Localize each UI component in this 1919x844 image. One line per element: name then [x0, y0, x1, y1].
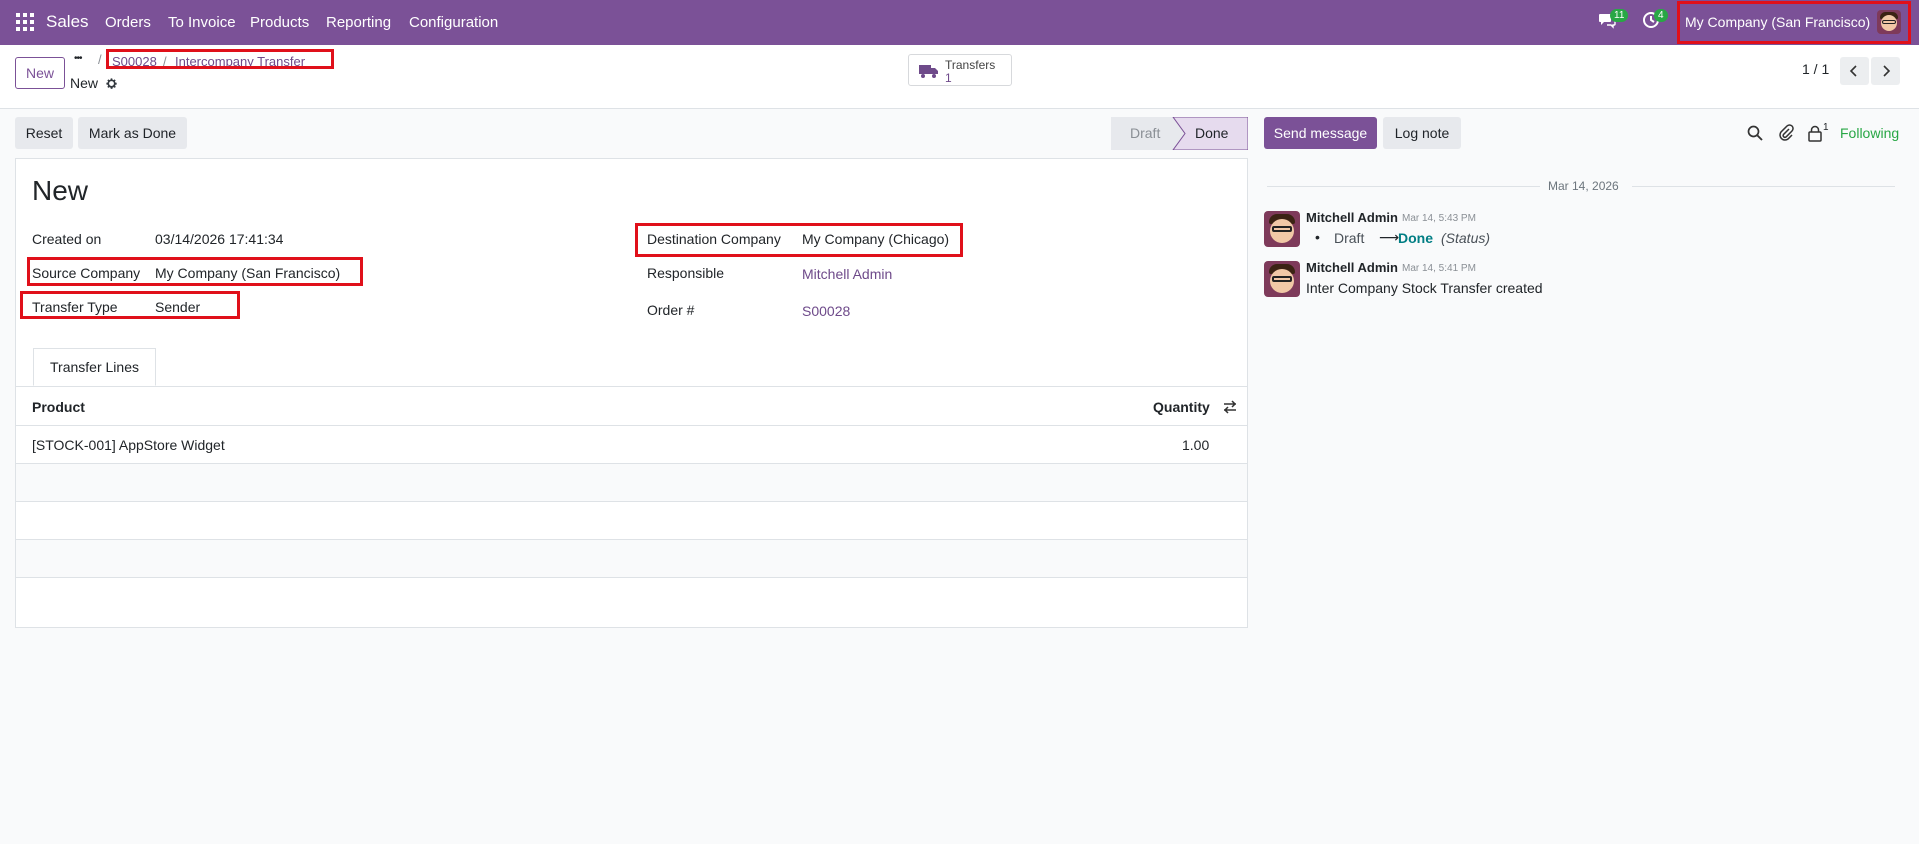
messages-count-badge: 11 [1610, 9, 1629, 22]
form-sheet: New Created on 03/14/2026 17:41:34 Sourc… [15, 158, 1248, 628]
tab-divider [16, 386, 1247, 387]
empty-row [16, 540, 1247, 578]
company-switcher-highlight [1677, 1, 1911, 44]
destination-company-highlight [635, 223, 963, 257]
responsible-label: Responsible [647, 265, 725, 281]
menu-to-invoice[interactable]: To Invoice [168, 14, 236, 31]
pager-next-button[interactable] [1871, 57, 1900, 85]
reset-button[interactable]: Reset [15, 117, 73, 149]
order-label: Order # [647, 302, 695, 318]
chevron-right-icon [1883, 65, 1891, 77]
pager-value[interactable]: 1 / 1 [1802, 61, 1829, 77]
menu-products[interactable]: Products [250, 14, 309, 31]
top-navbar: Sales Orders To Invoice Products Reporti… [0, 0, 1919, 45]
chevron-left-icon [1849, 65, 1857, 77]
activities-count-badge: 4 [1654, 9, 1668, 22]
line-quantity[interactable]: 1.00 [1182, 437, 1209, 453]
tracking-new-value: Done [1398, 230, 1433, 246]
message-time: Mar 14, 5:41 PM [1402, 263, 1476, 274]
lock-icon[interactable] [1808, 125, 1822, 142]
header-divider [16, 425, 1247, 426]
column-product[interactable]: Product [32, 399, 85, 415]
tracking-old-value: Draft [1334, 230, 1365, 246]
source-company-highlight [27, 257, 363, 286]
message-time: Mar 14, 5:43 PM [1402, 213, 1476, 224]
tracking-field: (Status) [1441, 230, 1491, 246]
messages-button[interactable]: 11 [1598, 9, 1629, 33]
app-menu-icon[interactable] [16, 13, 34, 31]
pager-previous-button[interactable] [1840, 57, 1869, 85]
transfers-stat-label: Transfers [945, 58, 996, 72]
created-on-label: Created on [32, 231, 102, 247]
control-panel: New ••• / S00028 / Intercompany Transfer… [0, 45, 1919, 109]
message-body: Inter Company Stock Transfer created [1306, 280, 1543, 296]
bullet: • [1315, 229, 1320, 245]
empty-row [16, 502, 1247, 540]
breadcrumb-separator: / [98, 52, 102, 67]
optional-columns-icon[interactable] [1222, 399, 1238, 415]
message-author-avatar[interactable] [1264, 261, 1300, 297]
date-separator: Mar 14, 2026 [1548, 179, 1619, 193]
menu-orders[interactable]: Orders [105, 14, 151, 31]
app-name[interactable]: Sales [46, 12, 89, 32]
message-author-avatar[interactable] [1264, 211, 1300, 247]
transfer-type-highlight [20, 291, 240, 319]
order-link[interactable]: S00028 [802, 303, 850, 319]
empty-row [16, 464, 1247, 502]
tracking-arrow: ⟶ [1379, 229, 1400, 245]
menu-reporting[interactable]: Reporting [326, 14, 391, 31]
transfers-stat-button[interactable]: Transfers 1 [908, 54, 1012, 86]
column-quantity[interactable]: Quantity [1153, 399, 1210, 415]
log-note-button[interactable]: Log note [1383, 117, 1461, 149]
truck-icon [919, 65, 938, 78]
breadcrumb-more[interactable]: ••• [74, 53, 82, 64]
new-button[interactable]: New [15, 57, 65, 89]
gear-icon[interactable] [105, 77, 118, 90]
date-divider [1267, 186, 1540, 187]
menu-configuration[interactable]: Configuration [409, 14, 498, 31]
record-name: New [70, 75, 99, 91]
line-product[interactable]: [STOCK-001] AppStore Widget [32, 437, 225, 453]
search-icon[interactable] [1747, 125, 1763, 141]
message-author[interactable]: Mitchell Admin [1306, 260, 1398, 275]
record-title: New [32, 175, 89, 206]
message-author[interactable]: Mitchell Admin [1306, 210, 1398, 225]
date-divider [1632, 186, 1895, 187]
followers-count: 1 [1823, 122, 1829, 133]
activities-button[interactable]: 4 [1642, 9, 1668, 33]
following-button[interactable]: Following [1840, 125, 1899, 141]
status-draft[interactable]: Draft [1130, 125, 1160, 141]
tab-transfer-lines[interactable]: Transfer Lines [33, 348, 156, 386]
mark-as-done-button[interactable]: Mark as Done [78, 117, 187, 149]
status-done[interactable]: Done [1195, 125, 1228, 141]
responsible-link[interactable]: Mitchell Admin [802, 266, 892, 282]
created-on-value: 03/14/2026 17:41:34 [155, 231, 284, 247]
send-message-button[interactable]: Send message [1264, 117, 1377, 149]
paperclip-icon[interactable] [1778, 124, 1794, 142]
transfers-stat-value: 1 [945, 71, 952, 85]
breadcrumb-highlight [106, 49, 334, 69]
